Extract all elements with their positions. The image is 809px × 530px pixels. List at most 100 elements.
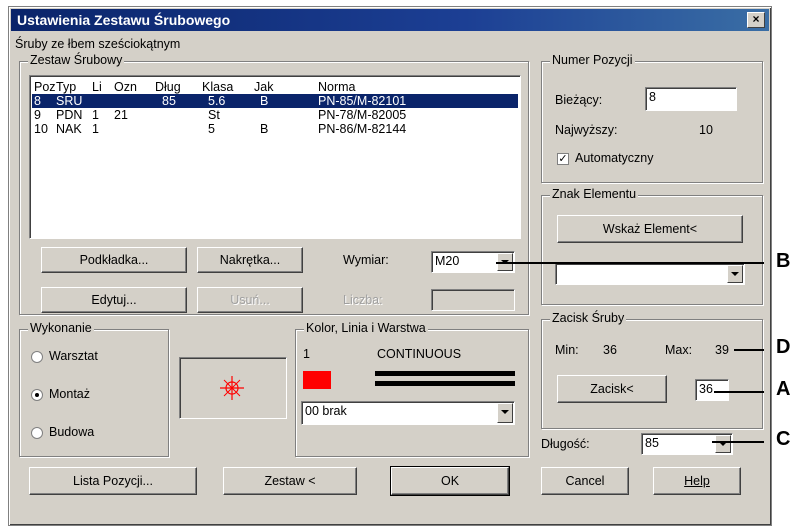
zestaw-button[interactable]: Zestaw < [223, 467, 357, 495]
liczba-label: Liczba: [343, 293, 383, 307]
cell-typ: SRU [56, 94, 83, 108]
min-label: Min: [555, 343, 579, 357]
linetype-preview-line-2 [375, 381, 515, 386]
zacisk-group: Zacisk Śruby [541, 311, 763, 429]
radio-montaz-label: Montaż [49, 387, 90, 401]
znak-group-title: Znak Elementu [550, 187, 639, 201]
zestaw-list[interactable]: Poz Typ Li Ozn Dług Klasa Jak Norma 8 SR… [29, 75, 521, 239]
zacisk-label: Zacisk< [590, 382, 634, 396]
cell-norma: PN-85/M-82101 [318, 94, 407, 108]
table-row[interactable]: 8 SRU 85 5.6 B PN-85/M-82101 [32, 94, 518, 108]
header-li: Li [92, 80, 102, 94]
help-label: Help [684, 474, 710, 488]
cell-li: 1 [92, 122, 99, 136]
cell-klasa: 5.6 [208, 94, 226, 108]
close-button[interactable]: × [747, 12, 765, 28]
dlugosc-label: Długość: [541, 437, 590, 451]
radio-warsztat-label: Warsztat [49, 349, 98, 363]
cell-jak: B [260, 122, 269, 136]
cell-poz: 8 [34, 94, 41, 108]
list-header: Poz Typ Li Ozn Dług Klasa Jak Norma [32, 80, 518, 94]
table-row[interactable]: 9 PDN 1 21 St PN-78/M-82005 [32, 108, 518, 122]
subtitle: Śruby ze łbem sześciokątnym [15, 37, 181, 51]
linetype-preview-line[interactable] [375, 371, 515, 376]
najwyzszy-value: 10 [699, 123, 713, 137]
cell-klasa: 5 [208, 122, 215, 136]
lista-pozycji-label: Lista Pozycji... [73, 474, 153, 488]
max-label: Max: [665, 343, 693, 357]
cancel-button[interactable]: Cancel [541, 467, 629, 495]
callout-line-a [714, 391, 764, 393]
cancel-label: Cancel [565, 474, 605, 488]
callout-c: C [776, 428, 791, 450]
usun-button[interactable]: Usuń... [197, 287, 303, 313]
bolt-symbol-icon [220, 376, 244, 400]
zacisk-field[interactable]: 36 [695, 379, 729, 401]
podkladka-button[interactable]: Podkładka... [41, 247, 187, 273]
liczba-field[interactable] [431, 289, 515, 311]
callout-a: A [776, 378, 791, 400]
window-title: Ustawienia Zestawu Śrubowego [17, 12, 231, 28]
header-klasa: Klasa [202, 80, 234, 94]
ok-button[interactable]: OK [390, 466, 510, 496]
cell-jak: B [260, 94, 269, 108]
ok-label: OK [440, 474, 460, 488]
kolor-group-title: Kolor, Linia i Warstwa [304, 321, 428, 335]
min-value: 36 [603, 343, 617, 357]
lista-pozycji-button[interactable]: Lista Pozycji... [29, 467, 197, 495]
header-jak: Jak [254, 80, 274, 94]
radio-warsztat[interactable] [31, 351, 43, 363]
cell-typ: PDN [56, 108, 83, 122]
biezacy-label: Bieżący: [555, 93, 603, 107]
header-ozn: Ozn [114, 80, 137, 94]
chevron-down-icon[interactable] [715, 435, 731, 453]
radio-montaz[interactable] [31, 389, 43, 401]
callout-line-d [734, 349, 764, 351]
wymiar-label: Wymiar: [343, 253, 389, 267]
header-typ: Typ [56, 80, 77, 94]
najwyzszy-label: Najwyższy: [555, 123, 618, 137]
auto-checkbox[interactable]: ✓ [557, 153, 569, 165]
edytuj-button[interactable]: Edytuj... [41, 287, 187, 313]
wskaz-element-label: Wskaż Element< [602, 222, 698, 236]
zestaw-group-title: Zestaw Śrubowy [28, 53, 125, 67]
cell-dlug: 85 [162, 94, 176, 108]
callout-line-b [496, 262, 764, 264]
numer-group-title: Numer Pozycji [550, 53, 635, 67]
callout-b: B [776, 250, 791, 272]
help-button[interactable]: Help [653, 467, 741, 495]
header-norma: Norma [318, 80, 356, 94]
header-dlug: Dług [155, 80, 181, 94]
color-swatch[interactable] [303, 371, 331, 389]
znak-select[interactable] [555, 263, 745, 285]
biezacy-field[interactable]: 8 [645, 87, 737, 111]
cell-klasa: St [208, 108, 220, 122]
zacisk-group-title: Zacisk Śruby [550, 311, 627, 325]
podkladka-label: Podkładka... [79, 253, 149, 267]
layer-select[interactable]: 00 brak [301, 401, 515, 425]
callout-d: D [776, 336, 791, 358]
table-row[interactable]: 10 NAK 1 5 B PN-86/M-82144 [32, 122, 518, 136]
chevron-down-icon[interactable] [497, 403, 513, 423]
wykonanie-group-title: Wykonanie [28, 321, 94, 335]
nakretka-button[interactable]: Nakrętka... [197, 247, 303, 273]
wskaz-element-button[interactable]: Wskaż Element< [557, 215, 743, 243]
usun-label: Usuń... [230, 293, 270, 307]
layer-value: 00 brak [305, 404, 347, 418]
zestaw-label: Zestaw < [264, 474, 316, 488]
zacisk-button[interactable]: Zacisk< [557, 375, 667, 403]
cell-ozn: 21 [114, 108, 128, 122]
title-bar[interactable]: Ustawienia Zestawu Śrubowego × [11, 9, 769, 31]
radio-budowa[interactable] [31, 427, 43, 439]
dlugosc-select[interactable]: 85 [641, 433, 733, 455]
cell-poz: 9 [34, 108, 41, 122]
chevron-down-icon[interactable] [727, 265, 743, 283]
wymiar-value: M20 [435, 254, 460, 268]
edytuj-label: Edytuj... [91, 293, 137, 307]
cell-poz: 10 [34, 122, 48, 136]
symbol-preview [179, 357, 287, 419]
auto-label: Automatyczny [575, 151, 654, 165]
max-value: 39 [715, 343, 729, 357]
dlugosc-value: 85 [645, 436, 659, 450]
dialog-window: Ustawienia Zestawu Śrubowego × Śruby ze … [8, 6, 772, 526]
